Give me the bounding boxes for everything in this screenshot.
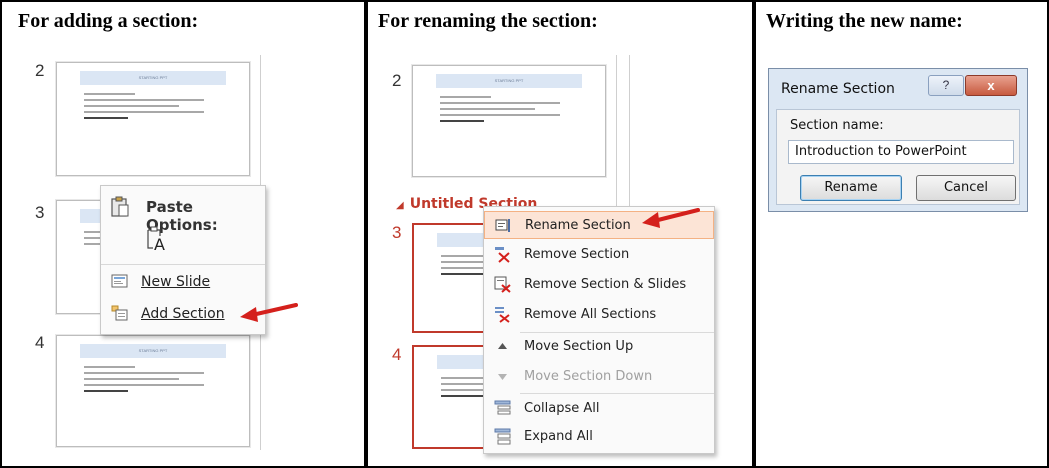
slide-number: 4 [392, 345, 402, 364]
paste-keep-text-icon[interactable]: A [145, 226, 167, 256]
context-menu-section: Rename Section Remove Section Remove Sec… [483, 206, 715, 454]
dialog-title: Rename Section [781, 81, 895, 97]
slide-number: 2 [35, 61, 45, 80]
expand-all-icon [494, 428, 511, 445]
help-icon: ? [942, 78, 950, 92]
cancel-button[interactable]: Cancel [916, 175, 1016, 201]
menu-item-collapse-all[interactable]: Collapse All [484, 395, 714, 423]
new-slide-icon [111, 273, 128, 290]
slide-title: STARTING PPT [436, 74, 582, 88]
add-section-icon [111, 305, 128, 322]
slide-number: 3 [35, 203, 45, 222]
triangle-down-icon [494, 368, 511, 385]
scrollbar-track[interactable] [616, 55, 617, 215]
section-name-label: Section name: [790, 118, 884, 133]
remove-section-icon [494, 246, 511, 263]
slide-number: 2 [392, 71, 402, 90]
close-button[interactable]: x [965, 75, 1017, 96]
rename-button[interactable]: Rename [800, 175, 902, 201]
section-name-input[interactable]: Introduction to PowerPoint [788, 140, 1014, 164]
slide-thumbnail[interactable]: STARTING PPT [56, 335, 250, 447]
svg-text:A: A [154, 235, 165, 252]
column-header-renaming: For renaming the section: [378, 10, 598, 32]
close-icon: x [987, 78, 995, 93]
slide-title: STARTING PPT [80, 71, 226, 85]
menu-item-label: Collapse All [524, 401, 600, 416]
menu-item-remove-section[interactable]: Remove Section [484, 241, 714, 269]
section-collapse-icon[interactable]: ◢ [396, 200, 404, 211]
column-divider [752, 0, 756, 468]
menu-item-move-section-down[interactable]: Move Section Down [484, 363, 714, 391]
menu-item-label: Remove Section & Slides [524, 277, 687, 292]
remove-section-slides-icon [494, 276, 511, 293]
red-arrow-icon [240, 303, 298, 322]
slide-thumbnail[interactable]: STARTING PPT [56, 62, 250, 176]
red-arrow-icon [642, 208, 700, 228]
remove-all-sections-icon [494, 306, 511, 323]
menu-item-label: Move Section Up [524, 339, 634, 354]
slide-title: STARTING PPT [80, 344, 226, 358]
menu-item-remove-all-sections[interactable]: Remove All Sections [484, 301, 714, 329]
menu-item-label: Add Section [141, 306, 225, 322]
column-divider [364, 0, 368, 468]
menu-item-label: Expand All [524, 429, 593, 444]
rename-section-icon [495, 217, 512, 234]
triangle-up-icon [494, 338, 511, 355]
menu-item-label: Remove Section [524, 247, 630, 262]
menu-item-move-section-up[interactable]: Move Section Up [484, 333, 714, 361]
menu-item-new-slide[interactable]: New Slide [101, 268, 265, 296]
menu-item-label: New Slide [141, 274, 211, 290]
collapse-all-icon [494, 400, 511, 417]
slide-thumbnail[interactable]: STARTING PPT [412, 65, 606, 177]
slide-number: 3 [392, 223, 402, 242]
column-header-new-name: Writing the new name: [766, 10, 963, 32]
menu-item-label: Remove All Sections [524, 307, 657, 322]
help-button[interactable]: ? [928, 75, 964, 96]
clipboard-icon [109, 196, 131, 222]
menu-item-label: Rename Section [525, 218, 631, 233]
slide-number: 4 [35, 333, 45, 352]
menu-item-label: Move Section Down [524, 369, 653, 384]
menu-item-remove-section-slides[interactable]: Remove Section & Slides [484, 271, 714, 299]
menu-item-expand-all[interactable]: Expand All [484, 423, 714, 451]
column-header-adding: For adding a section: [18, 10, 199, 32]
